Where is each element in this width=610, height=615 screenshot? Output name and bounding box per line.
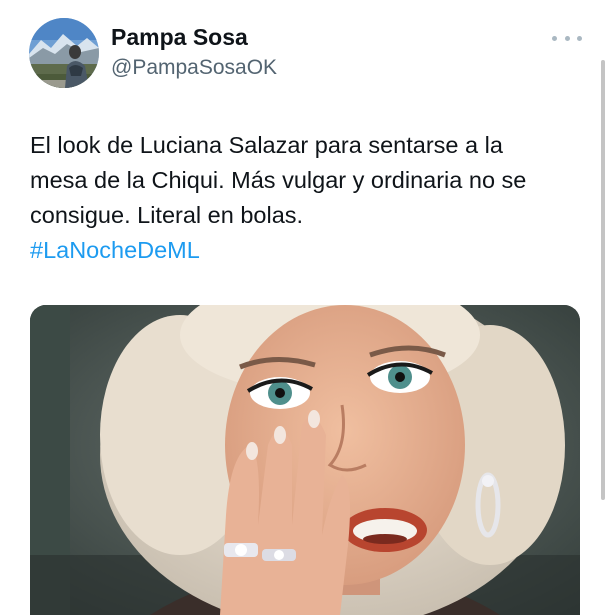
tweet-text-line: El look de Luciana Salazar para sentarse… [30, 132, 503, 158]
hashtag-link[interactable]: #LaNocheDeML [30, 233, 200, 268]
tweet-text-line: consigue. Literal en bolas. [30, 202, 304, 228]
more-horizontal-icon [577, 35, 582, 41]
tweet-media[interactable] [30, 305, 580, 615]
more-horizontal-icon [564, 35, 570, 41]
author-display-name[interactable]: Pampa Sosa [111, 24, 248, 51]
photo-shocked-woman-hand-on-face-icon [30, 305, 580, 615]
more-horizontal-icon [552, 35, 557, 41]
tweet-text: El look de Luciana Salazar para sentarse… [30, 128, 575, 268]
author-handle[interactable]: @PampaSosaOK [111, 56, 277, 80]
author-avatar[interactable] [29, 18, 99, 88]
tweet-card: Pampa Sosa @PampaSosaOK El look de Lucia… [0, 0, 610, 615]
tweet-text-line: mesa de la Chiqui. Más vulgar y ordinari… [30, 167, 527, 193]
profile-photo-mountains-icon [29, 18, 99, 88]
scrollbar[interactable] [601, 60, 605, 500]
more-options-button[interactable] [552, 30, 582, 46]
